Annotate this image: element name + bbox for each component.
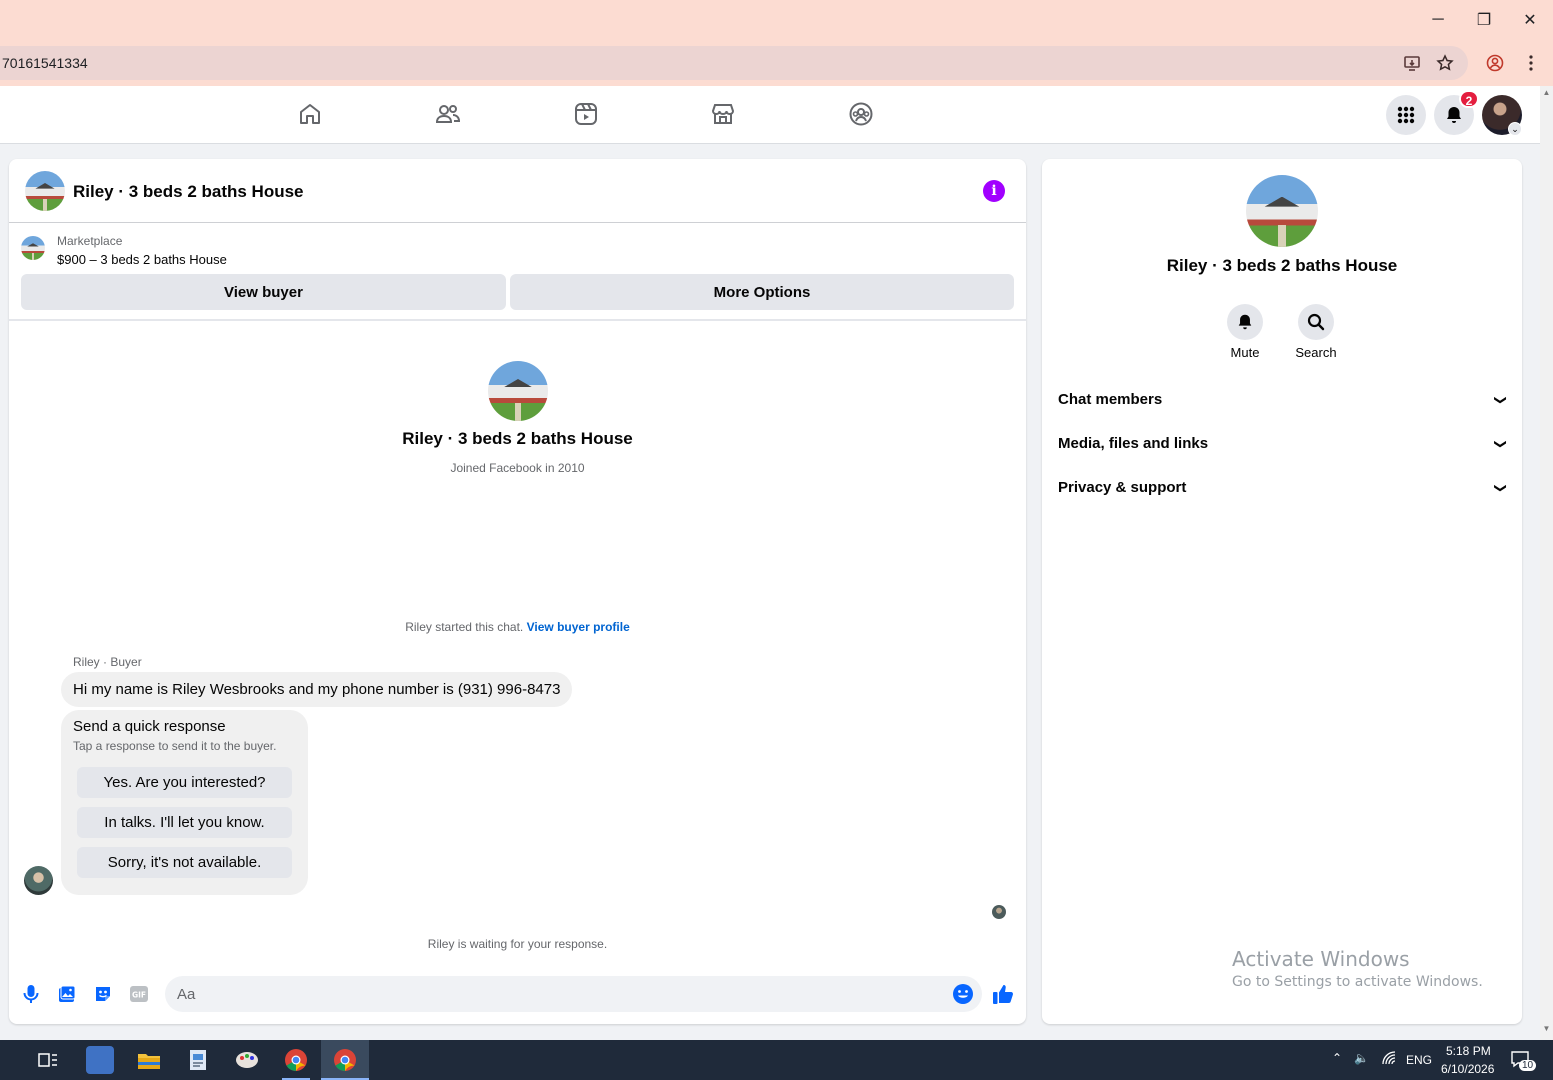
restore-button[interactable]: ❐ xyxy=(1461,0,1507,40)
emoji-icon[interactable] xyxy=(952,983,974,1010)
quick-reply-not-available-button[interactable]: Sorry, it's not available. xyxy=(77,847,292,878)
message-composer[interactable] xyxy=(165,976,982,1012)
info-avatar[interactable] xyxy=(1246,175,1318,247)
media-files-links-label: Media, files and links xyxy=(1058,435,1209,452)
page-scrollbar[interactable]: ▲ ▼ xyxy=(1540,86,1553,1040)
listing-divider xyxy=(9,319,1026,321)
scroll-up-arrow-icon[interactable]: ▲ xyxy=(1540,88,1553,102)
network-icon[interactable] xyxy=(1381,1051,1397,1068)
notification-count-badge: 2 xyxy=(1459,90,1479,108)
scroll-down-arrow-icon[interactable]: ▼ xyxy=(1540,1024,1553,1038)
chat-started-notice: Riley started this chat. View buyer prof… xyxy=(9,620,1026,634)
view-buyer-profile-link[interactable]: View buyer profile xyxy=(527,620,630,634)
mute-button[interactable] xyxy=(1227,304,1263,340)
minimize-button[interactable]: ─ xyxy=(1415,0,1461,40)
svg-text:GIF: GIF xyxy=(132,991,146,1000)
task-view-icon[interactable] xyxy=(34,1046,62,1074)
header-divider xyxy=(9,222,1026,223)
thumbs-up-icon[interactable] xyxy=(992,983,1014,1005)
friends-tab-icon[interactable] xyxy=(433,99,463,129)
profile-name: Riley · 3 beds 2 baths House xyxy=(402,429,633,448)
quick-response-subtitle: Tap a response to send it to the buyer. xyxy=(73,739,277,753)
active-chrome-window[interactable] xyxy=(321,1040,369,1080)
bookmark-star-icon[interactable] xyxy=(1436,54,1454,72)
info-icon[interactable]: i xyxy=(983,180,1005,202)
listing-price-title[interactable]: $900 – 3 beds 2 baths House xyxy=(57,252,227,267)
menu-grid-icon[interactable] xyxy=(1386,95,1426,135)
waiting-notice: Riley is waiting for your response. xyxy=(427,937,608,951)
url-text: 70161541334 xyxy=(2,55,88,71)
chat-members-section[interactable]: Chat members ❯ xyxy=(1058,391,1508,413)
chevron-down-icon: ❯ xyxy=(1493,394,1508,406)
view-buyer-button[interactable]: View buyer xyxy=(21,274,506,310)
marketplace-label: Marketplace xyxy=(57,234,123,248)
conversation-info-panel: Riley · 3 beds 2 baths House Mute Search… xyxy=(1042,159,1522,1024)
chat-started-text: Riley started this chat. xyxy=(405,620,524,634)
tray-expand-icon[interactable]: ⌃ xyxy=(1332,1051,1342,1065)
quick-reply-interested-button[interactable]: Yes. Are you interested? xyxy=(77,767,292,798)
notification-count-badge: 10 xyxy=(1519,1060,1537,1071)
marketplace-tab-icon[interactable] xyxy=(708,99,738,129)
seen-indicator-avatar xyxy=(992,905,1006,919)
quick-response-card: Send a quick response Tap a response to … xyxy=(61,710,308,895)
volume-icon[interactable]: 🔈 xyxy=(1354,1051,1369,1065)
quick-response-title: Send a quick response xyxy=(73,718,226,735)
profile-icon[interactable] xyxy=(1486,54,1504,72)
chat-title[interactable]: Riley · 3 beds 2 baths House xyxy=(73,182,304,202)
buyer-avatar[interactable] xyxy=(24,866,53,895)
windows-taskbar: ⌃ 🔈 ENG 5:18 PM 6/10/2026 10 xyxy=(0,1040,1553,1080)
chevron-down-icon: ❯ xyxy=(1493,482,1508,494)
listing-thumbnail[interactable] xyxy=(21,236,45,260)
media-files-links-section[interactable]: Media, files and links ❯ xyxy=(1058,435,1508,457)
mute-label: Mute xyxy=(1230,345,1260,360)
gif-icon[interactable]: GIF xyxy=(128,983,150,1005)
facebook-top-nav xyxy=(0,86,1540,144)
sender-label: Riley · Buyer xyxy=(73,655,142,669)
more-options-button[interactable]: More Options xyxy=(510,274,1014,310)
control-panel-icon[interactable] xyxy=(86,1046,114,1074)
language-indicator[interactable]: ENG xyxy=(1406,1053,1432,1067)
chat-header-avatar[interactable] xyxy=(25,171,65,211)
joined-text: Joined Facebook in 2010 xyxy=(450,461,585,475)
chat-panel: Riley · 3 beds 2 baths House i Marketpla… xyxy=(9,159,1026,1024)
microphone-icon[interactable] xyxy=(20,983,42,1005)
activate-windows-subtitle: Go to Settings to activate Windows. xyxy=(1232,974,1483,990)
photo-icon[interactable] xyxy=(56,983,78,1005)
document-viewer-icon[interactable] xyxy=(184,1046,212,1074)
search-label: Search xyxy=(1295,345,1337,360)
info-name: Riley · 3 beds 2 baths House xyxy=(1166,256,1398,275)
privacy-support-label: Privacy & support xyxy=(1058,479,1187,496)
address-bar[interactable]: 70161541334 xyxy=(0,46,1468,80)
groups-tab-icon[interactable] xyxy=(846,99,876,129)
chrome-icon[interactable] xyxy=(282,1046,310,1074)
clock-time[interactable]: 5:18 PM xyxy=(1446,1044,1491,1058)
activate-windows-title: Activate Windows xyxy=(1232,947,1410,971)
privacy-support-section[interactable]: Privacy & support ❯ xyxy=(1058,479,1508,501)
paint-app-icon[interactable] xyxy=(233,1046,261,1074)
message-input[interactable] xyxy=(177,976,937,1012)
clock-date[interactable]: 6/10/2026 xyxy=(1441,1062,1494,1076)
file-explorer-icon[interactable] xyxy=(135,1046,163,1074)
chevron-down-icon: ❯ xyxy=(1493,438,1508,450)
sticker-icon[interactable] xyxy=(92,983,114,1005)
install-app-icon[interactable] xyxy=(1403,54,1421,72)
profile-avatar[interactable] xyxy=(488,361,548,421)
chat-members-label: Chat members xyxy=(1058,391,1163,408)
video-tab-icon[interactable] xyxy=(571,99,601,129)
search-button[interactable] xyxy=(1298,304,1334,340)
message-bubble[interactable]: Hi my name is Riley Wesbrooks and my pho… xyxy=(61,672,573,707)
browser-title-bar: ─ ❐ ✕ xyxy=(0,0,1553,40)
close-button[interactable]: ✕ xyxy=(1507,0,1553,40)
address-row: 70161541334 xyxy=(0,40,1553,86)
home-tab-icon[interactable] xyxy=(295,99,325,129)
account-chevron-icon[interactable]: ⌄ xyxy=(1508,122,1522,136)
quick-reply-in-talks-button[interactable]: In talks. I'll let you know. xyxy=(77,807,292,838)
browser-menu-icon[interactable] xyxy=(1522,54,1540,72)
